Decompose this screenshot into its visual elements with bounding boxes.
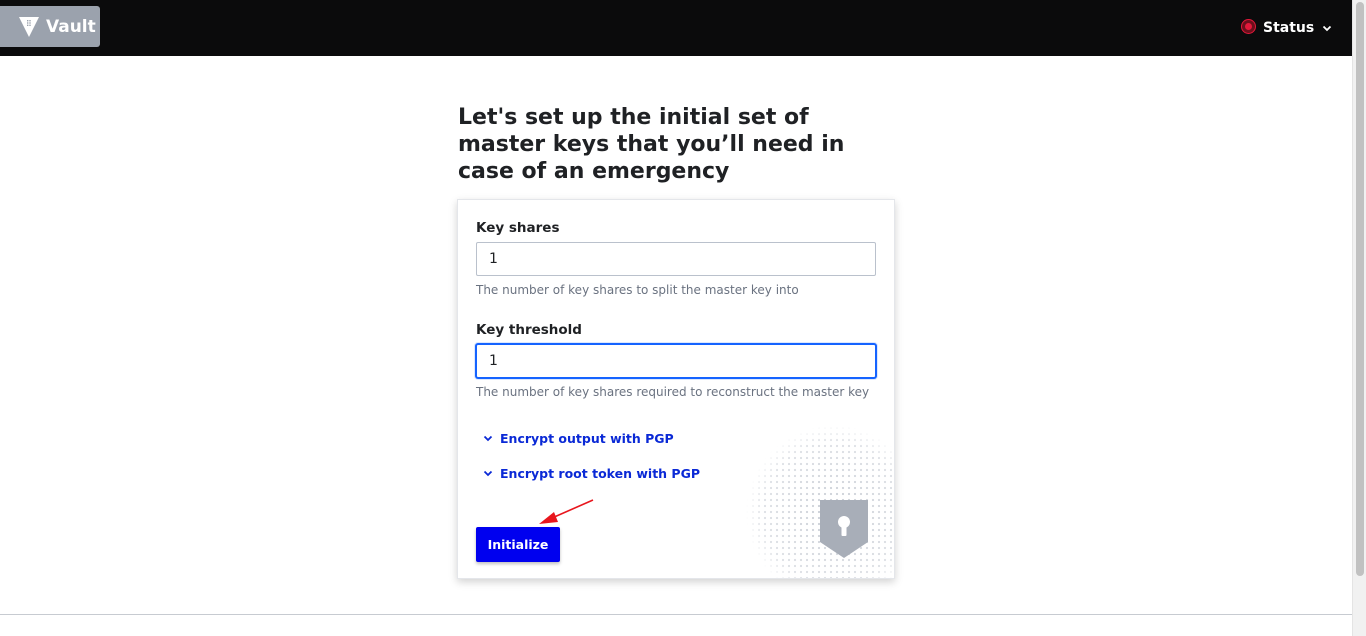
encrypt-output-pgp-toggle[interactable]: Encrypt output with PGP: [483, 431, 674, 446]
vault-home-link[interactable]: Vault: [0, 6, 100, 47]
key-threshold-help: The number of key shares required to rec…: [476, 385, 870, 399]
chevron-down-icon: [1323, 25, 1332, 31]
encrypt-root-token-pgp-label: Encrypt root token with PGP: [500, 466, 701, 481]
encrypt-output-pgp-label: Encrypt output with PGP: [500, 431, 674, 446]
encrypt-root-token-pgp-toggle[interactable]: Encrypt root token with PGP: [483, 466, 700, 481]
lock-shield-icon: [820, 500, 868, 558]
key-threshold-input[interactable]: [476, 344, 876, 378]
decorative-dot-pattern: [738, 425, 894, 578]
key-shares-input[interactable]: [476, 242, 876, 276]
chevron-down-icon: [483, 470, 493, 477]
brand-label: Vault: [46, 16, 96, 37]
scrollbar-thumb[interactable]: [1356, 2, 1364, 576]
status-menu[interactable]: Status: [1242, 17, 1332, 39]
page-scrollbar[interactable]: [1352, 0, 1366, 636]
vault-logo-icon: [19, 16, 39, 37]
key-shares-label: Key shares: [476, 220, 560, 236]
footer-divider: [0, 614, 1352, 615]
initialize-button[interactable]: Initialize: [476, 527, 560, 562]
chevron-down-icon: [483, 435, 493, 442]
top-navigation-bar: Vault Status: [0, 0, 1352, 56]
init-form-card: Key shares The number of key shares to s…: [457, 199, 895, 579]
key-threshold-label: Key threshold: [476, 322, 582, 338]
key-shares-help: The number of key shares to split the ma…: [476, 283, 799, 297]
page-title: Let's set up the initial set of master k…: [458, 105, 845, 184]
status-indicator-icon: [1242, 19, 1255, 33]
status-label: Status: [1263, 20, 1315, 36]
